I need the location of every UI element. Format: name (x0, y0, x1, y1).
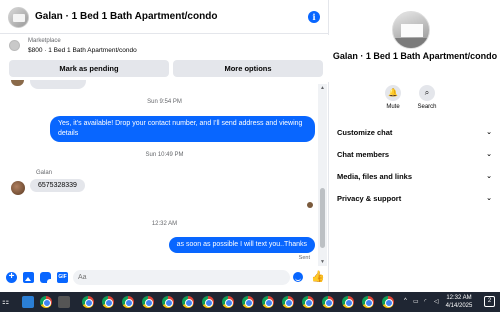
message-thread: Sun 9:54 PM Yes, it's available! Drop yo… (0, 80, 329, 266)
outgoing-message[interactable]: as soon as possible I will text you..Tha… (168, 237, 315, 253)
menu-privacy-support[interactable]: Privacy & support ⌄ (337, 189, 492, 207)
menu-label: Media, files and links (337, 171, 413, 181)
avatar (11, 80, 24, 86)
chrome-icon[interactable] (262, 296, 274, 308)
chrome-icon[interactable] (182, 296, 194, 308)
menu-label: Privacy & support (337, 193, 402, 203)
mark-as-pending-button[interactable]: Mark as pending (9, 60, 169, 77)
clock-time: 12:32 AM (446, 295, 472, 301)
scroll-up-arrow-icon[interactable]: ▲ (319, 85, 326, 91)
conversation-title[interactable]: Galan · 1 Bed 1 Bath Apartment/condo (35, 11, 217, 22)
incoming-message[interactable]: 6575328339 (30, 179, 85, 192)
thread-scrollbar[interactable]: ▲ ▼ (318, 84, 327, 266)
chrome-icon[interactable] (322, 296, 334, 308)
wifi-icon[interactable]: ◜ (424, 298, 426, 305)
like-icon[interactable]: 👍 (311, 271, 325, 283)
windows-taskbar: ⚏ ^ ▭ ◜ ◁ 12:32 AM 4/14/2025 2 (0, 292, 500, 312)
listing-title[interactable]: $800 · 1 Bed 1 Bath Apartment/condo (28, 47, 137, 54)
chrome-icon[interactable] (202, 296, 214, 308)
chat-header: Galan · 1 Bed 1 Bath Apartment/condo i (0, 0, 329, 34)
chevron-down-icon: ⌄ (486, 195, 492, 202)
emoji-icon[interactable] (293, 272, 303, 282)
chrome-icon[interactable] (82, 296, 94, 308)
listing-thumbnail[interactable] (9, 40, 20, 51)
chrome-icon[interactable] (282, 296, 294, 308)
plus-icon[interactable]: + (6, 272, 17, 283)
chevron-down-icon: ⌄ (486, 129, 492, 136)
details-pane: Galan · 1 Bed 1 Bath Apartment/condo 🔔 M… (330, 0, 500, 292)
chevron-down-icon: ⌄ (486, 173, 492, 180)
sender-avatar[interactable] (11, 181, 25, 195)
chrome-icon[interactable] (40, 296, 52, 308)
menu-media-files-links[interactable]: Media, files and links ⌄ (337, 167, 492, 185)
chrome-icon[interactable] (242, 296, 254, 308)
app-icon[interactable] (22, 296, 34, 308)
chrome-icon[interactable] (222, 296, 234, 308)
search-button[interactable]: ⌕ Search (412, 85, 442, 110)
taskbar-clock[interactable]: 12:32 AM 4/14/2025 (444, 294, 474, 310)
more-options-button[interactable]: More options (173, 60, 323, 77)
gif-icon[interactable]: GIF (57, 272, 68, 283)
sent-status: Sent (298, 255, 310, 261)
photo-icon[interactable] (23, 272, 34, 283)
tray-arrow-icon[interactable]: ^ (404, 298, 407, 304)
timestamp: Sun 9:54 PM (147, 99, 182, 105)
message-input[interactable] (73, 270, 290, 285)
chrome-icon[interactable] (142, 296, 154, 308)
marketplace-label: Marketplace (28, 38, 61, 44)
search-label: Search (417, 104, 437, 110)
chrome-icon[interactable] (162, 296, 174, 308)
conversation-avatar[interactable] (8, 7, 29, 28)
volume-icon[interactable]: ◁ (434, 298, 439, 305)
menu-label: Customize chat (337, 127, 393, 137)
sender-name: Galan (36, 170, 53, 176)
search-icon[interactable]: ⌕ (419, 85, 435, 101)
start-icon[interactable]: ⚏ (2, 297, 12, 307)
timestamp: 12:32 AM (151, 221, 178, 227)
mute-button[interactable]: 🔔 Mute (378, 85, 408, 110)
chrome-icon[interactable] (302, 296, 314, 308)
message-composer: + GIF 👍 (0, 268, 329, 288)
chrome-icon[interactable] (342, 296, 354, 308)
chrome-icon[interactable] (102, 296, 114, 308)
chrome-icon[interactable] (122, 296, 134, 308)
menu-customize-chat[interactable]: Customize chat ⌄ (337, 123, 492, 141)
chevron-down-icon: ⌄ (486, 151, 492, 158)
previous-message-bubble (30, 80, 86, 89)
sticker-icon[interactable] (40, 272, 51, 283)
chrome-icon[interactable] (382, 296, 394, 308)
bell-icon[interactable]: 🔔 (385, 85, 401, 101)
network-icon[interactable]: ▭ (413, 298, 419, 305)
timestamp: Sun 10:49 PM (145, 152, 184, 158)
listing-avatar[interactable] (392, 11, 430, 49)
scroll-thumb[interactable] (320, 188, 325, 248)
details-title: Galan · 1 Bed 1 Bath Apartment/condo (332, 51, 498, 61)
app-icon[interactable] (58, 296, 70, 308)
info-icon[interactable]: i (308, 11, 320, 23)
outgoing-message[interactable]: Yes, it's available! Drop your contact n… (50, 116, 315, 142)
menu-label: Chat members (337, 149, 390, 159)
clock-date: 4/14/2025 (445, 303, 473, 309)
menu-chat-members[interactable]: Chat members ⌄ (337, 145, 492, 163)
chat-pane: Galan · 1 Bed 1 Bath Apartment/condo i M… (0, 0, 329, 292)
notification-badge[interactable]: 2 (484, 296, 495, 307)
scroll-down-arrow-icon[interactable]: ▼ (319, 259, 326, 265)
seen-avatar (307, 202, 313, 208)
mute-label: Mute (386, 104, 400, 110)
chrome-icon[interactable] (362, 296, 374, 308)
